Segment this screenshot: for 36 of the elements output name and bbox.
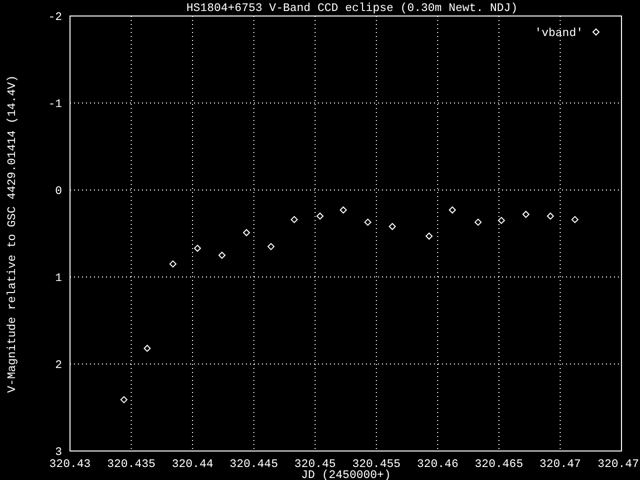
x-tick-label: 320.445 (230, 458, 278, 471)
x-tick-label: 320.465 (474, 458, 524, 471)
y-tick-label: 2 (55, 359, 62, 372)
data-point (218, 252, 226, 259)
data-point (144, 344, 151, 352)
data-point (267, 242, 275, 250)
x-tick-label: 320.47 (540, 458, 581, 471)
y-tick-label: 0 (55, 185, 62, 198)
data-point (571, 216, 579, 224)
y-tick-label: -1 (48, 98, 62, 111)
data-point (448, 206, 456, 214)
chart-title: HS1804+6753 V-Band CCD eclipse (0.30m Newt. NDJ) (186, 2, 518, 15)
x-tick-label: 320.44 (172, 458, 214, 471)
x-tick-label: 320.43 (49, 458, 91, 471)
data-point (364, 218, 372, 226)
data-point (169, 260, 177, 268)
y-tick-label: 3 (55, 446, 62, 459)
x-tick-label: 320.455 (352, 458, 401, 471)
data-point (340, 206, 347, 214)
x-tick-label: 320.435 (107, 458, 156, 471)
x-tick-label: 320.47 (598, 458, 639, 471)
data-point (522, 210, 530, 218)
y-tick-label: 1 (55, 272, 62, 285)
x-tick-label: 320.45 (294, 458, 336, 471)
data-point (388, 222, 396, 230)
y-axis-label: V-Magnitude relative to GSC 4429.01414 (14.4V) (6, 75, 19, 393)
data-point (120, 396, 128, 404)
y-tick-label: -2 (48, 11, 62, 24)
x-tick-label: 320.46 (416, 458, 458, 471)
data-point (498, 216, 506, 224)
data-point (290, 216, 298, 224)
data-point (242, 228, 250, 236)
data-point (546, 212, 554, 220)
data-point (425, 232, 433, 240)
data-point (474, 218, 482, 226)
legend-label: 'vband' (534, 27, 583, 40)
